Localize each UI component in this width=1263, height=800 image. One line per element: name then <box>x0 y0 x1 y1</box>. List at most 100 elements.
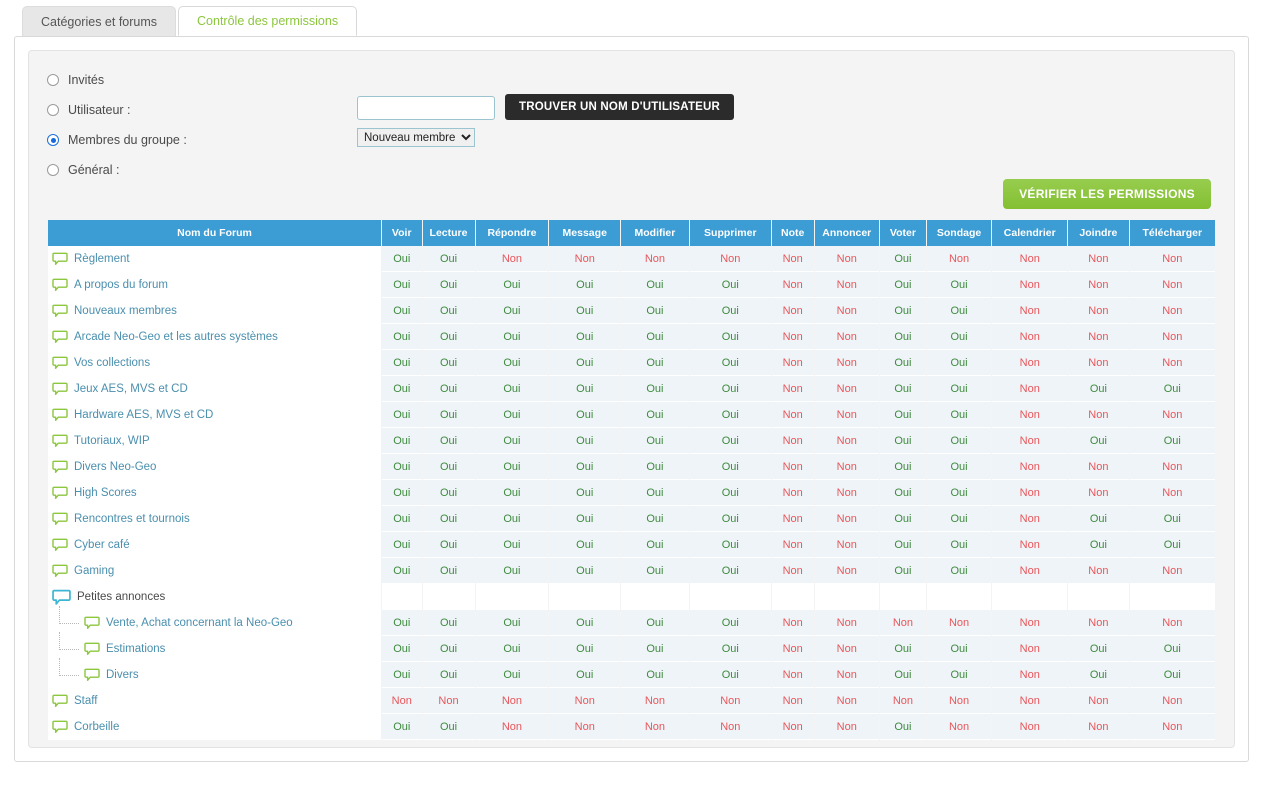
permission-cell-sondage: Non <box>926 610 992 636</box>
forum-name-link[interactable]: Estimations <box>106 643 165 655</box>
tree-connector-line <box>56 658 84 683</box>
radio-utilisateur[interactable] <box>47 104 59 116</box>
forum-name-link[interactable]: Divers Neo-Geo <box>74 461 156 473</box>
permission-cell-modifier: Non <box>621 714 689 740</box>
forum-name-link[interactable]: Rencontres et tournois <box>74 513 190 525</box>
permission-cell-note: Non <box>771 324 814 350</box>
forum-name-link[interactable]: A propos du forum <box>74 279 168 291</box>
forum-name-cell: Petites annonces <box>48 584 381 610</box>
permission-cell-télécharger: Non <box>1129 454 1215 480</box>
forum-name-link[interactable]: Nouveaux membres <box>74 305 177 317</box>
radio-row-general[interactable]: Général : <box>47 155 1216 185</box>
permission-cell-calendrier: Non <box>992 506 1068 532</box>
column-header-joindre: Joindre <box>1068 220 1129 246</box>
forum-name-link[interactable]: Petites annonces <box>77 591 165 603</box>
column-header-voir: Voir <box>381 220 422 246</box>
forum-name-link[interactable]: Divers <box>106 669 139 681</box>
group-select[interactable]: Nouveau membre <box>357 128 475 147</box>
radio-general[interactable] <box>47 164 59 176</box>
permission-cell-sondage: Oui <box>926 506 992 532</box>
permission-cell-message: Oui <box>549 662 621 688</box>
permission-cell-télécharger <box>1129 584 1215 610</box>
forum-cell-content: A propos du forum <box>52 278 380 292</box>
permission-cell-sondage: Oui <box>926 376 992 402</box>
forum-name-link[interactable]: Cyber café <box>74 539 130 551</box>
tab-categories-et-forums[interactable]: Catégories et forums <box>22 6 177 36</box>
permission-cell-supprimer: Oui <box>689 272 771 298</box>
column-header-supprimer: Supprimer <box>689 220 771 246</box>
permission-cell-message: Oui <box>549 324 621 350</box>
forum-name-link[interactable]: Règlement <box>74 253 130 265</box>
table-row: A propos du forum Oui Oui Oui Oui Oui Oui Non No… <box>48 272 1215 298</box>
forum-name-link[interactable]: Gaming <box>74 565 114 577</box>
permission-cell-modifier: Oui <box>621 610 689 636</box>
forum-cell-content: Cyber café <box>52 538 380 552</box>
forum-name-link[interactable]: Staff <box>74 695 97 707</box>
table-row: Staff Non Non Non Non Non Non Non Non Non Non Non No… <box>48 688 1215 714</box>
permission-cell-modifier: Oui <box>621 662 689 688</box>
forum-bubble-icon <box>52 252 74 266</box>
forum-name-link[interactable]: Vos collections <box>74 357 150 369</box>
permission-cell-annoncer: Non <box>814 350 880 376</box>
permission-cell-modifier: Oui <box>621 298 689 324</box>
forum-name-link[interactable]: Jeux AES, MVS et CD <box>74 383 188 395</box>
radio-membres-du-groupe[interactable] <box>47 134 59 146</box>
permission-cell-supprimer: Non <box>689 246 771 272</box>
permission-cell-modifier: Oui <box>621 272 689 298</box>
permission-cell-joindre: Oui <box>1068 428 1129 454</box>
forum-cell-content: Gaming <box>52 564 380 578</box>
permission-cell-message: Oui <box>549 532 621 558</box>
permission-cell-supprimer: Oui <box>689 428 771 454</box>
permission-cell-voir: Oui <box>381 532 422 558</box>
permission-cell-télécharger: Non <box>1129 688 1215 714</box>
forum-name-link[interactable]: Corbeille <box>74 721 119 733</box>
permission-cell-sondage: Oui <box>926 324 992 350</box>
forum-name-link[interactable]: Vente, Achat concernant la Neo-Geo <box>106 617 293 629</box>
permission-cell-annoncer: Non <box>814 428 880 454</box>
permission-cell-joindre: Non <box>1068 558 1129 584</box>
permission-cell-note: Non <box>771 402 814 428</box>
permission-cell-télécharger: Non <box>1129 298 1215 324</box>
radio-invites[interactable] <box>47 74 59 86</box>
permission-cell-lecture: Oui <box>422 636 475 662</box>
permission-cell-voir: Oui <box>381 506 422 532</box>
permission-cell-calendrier: Non <box>992 558 1068 584</box>
forum-name-cell: Tutoriaux, WIP <box>48 428 381 454</box>
permission-cell-message: Non <box>549 688 621 714</box>
permission-cell-calendrier: Non <box>992 350 1068 376</box>
permission-cell-répondre: Oui <box>475 298 549 324</box>
permission-cell-joindre: Non <box>1068 402 1129 428</box>
username-input[interactable] <box>357 96 495 120</box>
permission-cell-joindre: Oui <box>1068 662 1129 688</box>
table-row: Nouveaux membres Oui Oui Oui Oui Oui Oui Non Non… <box>48 298 1215 324</box>
permission-cell-message: Oui <box>549 376 621 402</box>
permission-cell-répondre: Oui <box>475 454 549 480</box>
table-row: Jeux AES, MVS et CD Oui Oui Oui Oui Oui Oui Non… <box>48 376 1215 402</box>
permission-cell-message: Oui <box>549 272 621 298</box>
forum-name-link[interactable]: Tutoriaux, WIP <box>74 435 150 447</box>
table-row: Cyber café Oui Oui Oui Oui Oui Oui Non Non Oui Oui… <box>48 532 1215 558</box>
forum-bubble-icon <box>52 304 74 318</box>
permission-cell-lecture: Oui <box>422 480 475 506</box>
forum-bubble-icon <box>52 512 74 526</box>
permission-cell-voir: Oui <box>381 636 422 662</box>
radio-row-membres-du-groupe[interactable]: Membres du groupe : <box>47 125 1216 155</box>
permission-cell-voir: Oui <box>381 662 422 688</box>
table-row: Vente, Achat concernant la Neo-Geo Oui Oui… <box>48 606 1215 636</box>
permission-cell-sondage: Non <box>926 688 992 714</box>
forum-cell-content: Estimations <box>52 632 380 657</box>
permission-cell-annoncer: Non <box>814 376 880 402</box>
radio-label-invites: Invités <box>68 73 105 87</box>
permission-cell-voir: Oui <box>381 376 422 402</box>
forum-name-link[interactable]: Arcade Neo-Geo et les autres systèmes <box>74 331 278 343</box>
tab-controle-des-permissions[interactable]: Contrôle des permissions <box>178 6 358 36</box>
forum-name-link[interactable]: Hardware AES, MVS et CD <box>74 409 213 421</box>
permission-cell-supprimer: Non <box>689 714 771 740</box>
forum-name-link[interactable]: High Scores <box>74 487 137 499</box>
permission-cell-message: Oui <box>549 402 621 428</box>
permission-cell-supprimer: Oui <box>689 376 771 402</box>
radio-row-invites[interactable]: Invités <box>47 65 1216 95</box>
permission-cell-télécharger: Non <box>1129 272 1215 298</box>
permission-cell-voter: Non <box>880 688 926 714</box>
find-username-button[interactable]: TROUVER UN NOM D'UTILISATEUR <box>505 94 735 120</box>
